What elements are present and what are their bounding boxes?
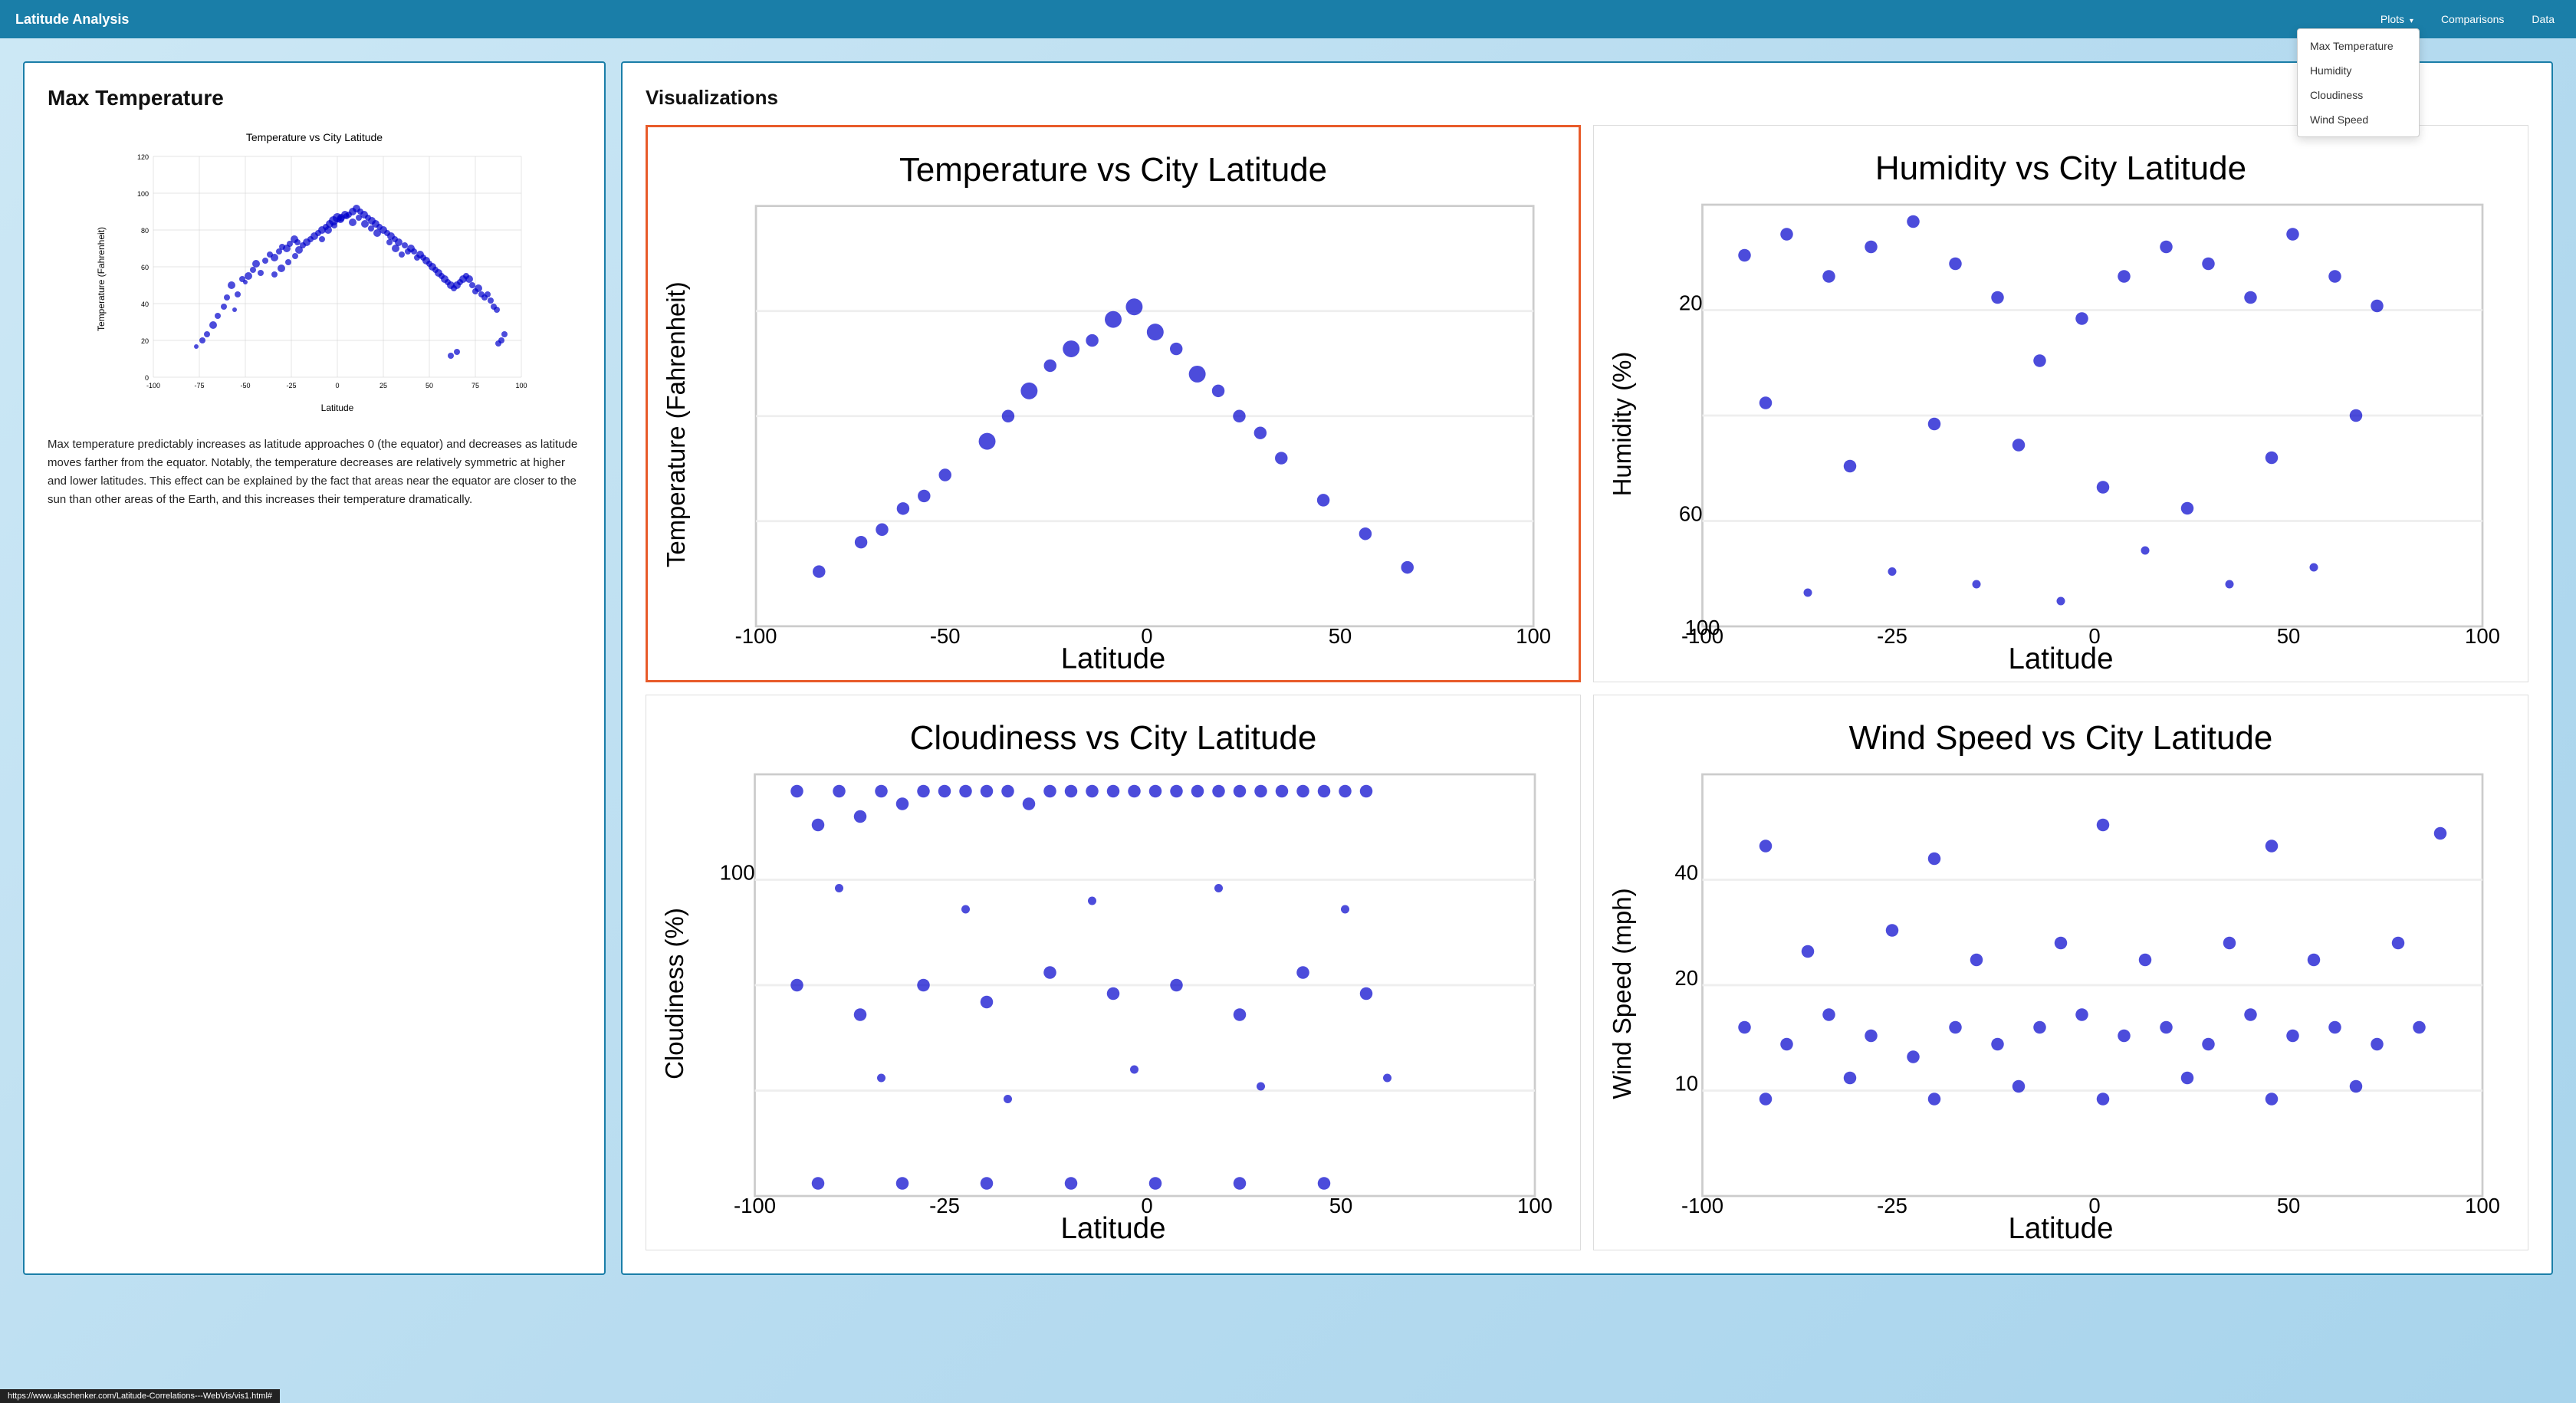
svg-text:50: 50: [426, 382, 433, 389]
svg-text:20: 20: [1679, 291, 1703, 315]
viz-title: Visualizations: [646, 86, 2528, 110]
svg-text:Temperature vs City Latitude: Temperature vs City Latitude: [246, 131, 383, 143]
main-content: Max Temperature Temperature vs City Lati…: [0, 38, 2576, 1298]
svg-text:100: 100: [1685, 616, 1720, 639]
svg-text:75: 75: [472, 382, 479, 389]
svg-text:-100: -100: [735, 624, 777, 648]
svg-text:100: 100: [720, 860, 755, 884]
svg-text:50: 50: [2277, 624, 2301, 648]
svg-text:50: 50: [1329, 1194, 1353, 1217]
dropdown-humidity[interactable]: Humidity: [2298, 58, 2419, 83]
plots-dropdown: Max Temperature Humidity Cloudiness Wind…: [2297, 28, 2420, 137]
svg-text:-75: -75: [194, 382, 204, 389]
svg-text:100: 100: [137, 190, 149, 198]
right-card: Visualizations Temperature vs City Latit…: [621, 61, 2553, 1275]
svg-text:20: 20: [141, 337, 149, 345]
nav-plots[interactable]: Plots ▾ Max Temperature Humidity Cloudin…: [2374, 10, 2420, 28]
nav-data[interactable]: Data: [2525, 10, 2561, 28]
svg-text:Cloudiness (%): Cloudiness (%): [660, 908, 688, 1079]
viz-cloudiness[interactable]: Cloudiness vs City Latitude Cloudiness (…: [646, 695, 1581, 1250]
svg-text:Cloudiness vs City Latitude: Cloudiness vs City Latitude: [910, 719, 1317, 757]
svg-text:100: 100: [515, 382, 527, 389]
navbar: Latitude Analysis Plots ▾ Max Temperatur…: [0, 0, 2576, 38]
main-chart: Temperature vs City Latitude Temperature…: [48, 126, 581, 417]
chevron-down-icon: ▾: [2410, 17, 2413, 25]
svg-text:120: 120: [137, 153, 149, 161]
svg-text:40: 40: [1674, 860, 1698, 884]
svg-text:-25: -25: [1877, 624, 1907, 648]
viz-grid: Temperature vs City Latitude Temperature…: [646, 125, 2528, 1250]
svg-text:Temperature vs City Latitude: Temperature vs City Latitude: [899, 151, 1327, 189]
dropdown-max-temperature[interactable]: Max Temperature: [2298, 34, 2419, 58]
svg-text:60: 60: [1679, 502, 1703, 526]
chart-title: Max Temperature: [48, 86, 581, 110]
svg-text:Temperature (Fahrenheit): Temperature (Fahrenheit): [662, 281, 690, 567]
svg-text:-100: -100: [146, 382, 160, 389]
statusbar: https://www.akschenker.com/Latitude-Corr…: [0, 1389, 280, 1403]
dropdown-cloudiness[interactable]: Cloudiness: [2298, 83, 2419, 107]
svg-text:-100: -100: [1681, 1194, 1723, 1217]
viz-humidity[interactable]: Humidity vs City Latitude Humidity (%) L…: [1593, 125, 2528, 682]
dropdown-wind-speed[interactable]: Wind Speed: [2298, 107, 2419, 132]
svg-text:0: 0: [1141, 624, 1152, 648]
svg-text:Wind Speed vs City Latitude: Wind Speed vs City Latitude: [1849, 719, 2273, 757]
svg-text:100: 100: [1517, 1194, 1552, 1217]
svg-text:0: 0: [2088, 1194, 2100, 1217]
svg-text:Humidity vs City Latitude: Humidity vs City Latitude: [1875, 150, 2246, 187]
svg-text:40: 40: [141, 301, 149, 308]
svg-text:-50: -50: [930, 624, 961, 648]
left-card: Max Temperature Temperature vs City Lati…: [23, 61, 606, 1275]
description-text: Max temperature predictably increases as…: [48, 435, 581, 509]
svg-text:Humidity (%): Humidity (%): [1608, 352, 1636, 497]
svg-text:-25: -25: [929, 1194, 960, 1217]
viz-temperature[interactable]: Temperature vs City Latitude Temperature…: [646, 125, 1581, 682]
svg-text:100: 100: [1516, 624, 1551, 648]
viz-wind-speed[interactable]: Wind Speed vs City Latitude Wind Speed (…: [1593, 695, 2528, 1250]
svg-text:50: 50: [2277, 1194, 2301, 1217]
svg-text:0: 0: [1141, 1194, 1152, 1217]
svg-text:Wind Speed (mph): Wind Speed (mph): [1608, 888, 1636, 1099]
navbar-nav: Plots ▾ Max Temperature Humidity Cloudin…: [2374, 10, 2561, 28]
svg-text:0: 0: [335, 382, 339, 389]
svg-text:10: 10: [1674, 1071, 1698, 1095]
svg-text:60: 60: [141, 264, 149, 271]
svg-text:-50: -50: [240, 382, 250, 389]
svg-text:50: 50: [1329, 624, 1352, 648]
svg-text:20: 20: [1674, 966, 1698, 990]
svg-text:-25: -25: [1877, 1194, 1907, 1217]
svg-text:100: 100: [2465, 1194, 2500, 1217]
svg-text:0: 0: [145, 374, 149, 382]
svg-text:-100: -100: [734, 1194, 776, 1217]
svg-text:-25: -25: [286, 382, 296, 389]
nav-comparisons[interactable]: Comparisons: [2435, 10, 2510, 28]
svg-text:Latitude: Latitude: [321, 402, 354, 413]
svg-text:Temperature (Fahrenheit): Temperature (Fahrenheit): [96, 227, 107, 331]
svg-text:25: 25: [380, 382, 387, 389]
svg-text:0: 0: [2088, 624, 2100, 648]
svg-text:80: 80: [141, 227, 149, 235]
svg-text:100: 100: [2465, 624, 2500, 648]
navbar-brand: Latitude Analysis: [15, 12, 2374, 28]
